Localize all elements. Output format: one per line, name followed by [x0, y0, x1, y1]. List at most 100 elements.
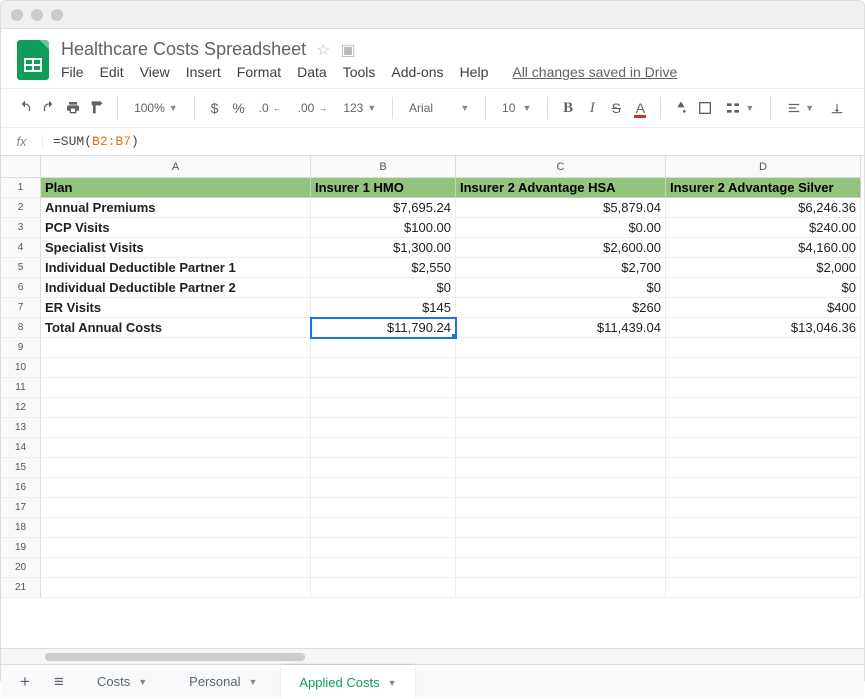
cell[interactable]	[311, 478, 456, 498]
cell[interactable]	[311, 458, 456, 478]
row-header[interactable]: 16	[1, 478, 41, 498]
row-header[interactable]: 11	[1, 378, 41, 398]
cell[interactable]	[666, 438, 861, 458]
menu-format[interactable]: Format	[237, 64, 281, 80]
cell[interactable]	[666, 398, 861, 418]
font-dropdown[interactable]: Arial▼	[403, 95, 475, 121]
cell[interactable]	[456, 458, 666, 478]
row-header[interactable]: 17	[1, 498, 41, 518]
tab-costs[interactable]: Costs▼	[79, 665, 165, 699]
fill-color-button[interactable]	[671, 95, 691, 121]
cell[interactable]	[456, 498, 666, 518]
cell[interactable]	[311, 438, 456, 458]
cell[interactable]: Specialist Visits	[41, 238, 311, 258]
row-header[interactable]: 3	[1, 218, 41, 238]
merge-cells-button[interactable]: ▼	[719, 95, 760, 121]
cell[interactable]	[41, 458, 311, 478]
cell[interactable]	[456, 478, 666, 498]
row-header[interactable]: 10	[1, 358, 41, 378]
cell[interactable]: ER Visits	[41, 298, 311, 318]
cell-grid[interactable]: PlanInsurer 1 HMOInsurer 2 Advantage HSA…	[41, 178, 864, 648]
cell[interactable]: Insurer 1 HMO	[311, 178, 456, 198]
cell[interactable]: $13,046.36	[666, 318, 861, 338]
cell[interactable]	[666, 538, 861, 558]
row-header[interactable]: 2	[1, 198, 41, 218]
row-header[interactable]: 18	[1, 518, 41, 538]
cell[interactable]	[456, 378, 666, 398]
cell[interactable]: $7,695.24	[311, 198, 456, 218]
cell[interactable]: Plan	[41, 178, 311, 198]
cell[interactable]: $260	[456, 298, 666, 318]
cell[interactable]	[311, 358, 456, 378]
redo-button[interactable]	[39, 95, 59, 121]
cell[interactable]: Annual Premiums	[41, 198, 311, 218]
row-header[interactable]: 19	[1, 538, 41, 558]
window-zoom-icon[interactable]	[51, 9, 63, 21]
cell[interactable]	[456, 398, 666, 418]
cell[interactable]	[666, 458, 861, 478]
cell[interactable]	[41, 578, 311, 598]
cell[interactable]	[666, 378, 861, 398]
cell[interactable]: $400	[666, 298, 861, 318]
cell[interactable]: $11,790.24	[311, 318, 456, 338]
cell[interactable]	[41, 398, 311, 418]
cell[interactable]	[41, 498, 311, 518]
row-header[interactable]: 14	[1, 438, 41, 458]
cell[interactable]: $0	[456, 278, 666, 298]
cell[interactable]: $4,160.00	[666, 238, 861, 258]
cell[interactable]	[456, 438, 666, 458]
cell[interactable]: PCP Visits	[41, 218, 311, 238]
cell[interactable]	[41, 518, 311, 538]
cell[interactable]	[311, 518, 456, 538]
row-header[interactable]: 12	[1, 398, 41, 418]
cell[interactable]	[666, 358, 861, 378]
select-all-corner[interactable]	[1, 156, 41, 178]
cell[interactable]	[456, 338, 666, 358]
cell[interactable]	[311, 498, 456, 518]
star-icon[interactable]: ☆	[316, 40, 330, 60]
horizontal-scrollbar[interactable]	[1, 648, 864, 664]
cell[interactable]	[311, 378, 456, 398]
cell[interactable]: $11,439.04	[456, 318, 666, 338]
font-size-dropdown[interactable]: 10▼	[496, 95, 537, 121]
document-title[interactable]: Healthcare Costs Spreadsheet	[61, 39, 306, 60]
cell[interactable]	[311, 418, 456, 438]
all-sheets-button[interactable]: ≡	[45, 668, 73, 696]
currency-button[interactable]: $	[204, 95, 224, 121]
cell[interactable]	[41, 438, 311, 458]
increase-decimal-button[interactable]: .00→	[292, 95, 334, 121]
cell[interactable]	[456, 518, 666, 538]
menu-tools[interactable]: Tools	[343, 64, 376, 80]
print-button[interactable]	[63, 95, 83, 121]
paint-format-button[interactable]	[87, 95, 107, 121]
cell[interactable]: Individual Deductible Partner 1	[41, 258, 311, 278]
cell[interactable]: $2,550	[311, 258, 456, 278]
strikethrough-button[interactable]: S	[606, 95, 626, 121]
text-color-button[interactable]: A	[630, 95, 650, 121]
cell[interactable]	[311, 338, 456, 358]
add-sheet-button[interactable]: +	[11, 668, 39, 696]
cell[interactable]: $6,246.36	[666, 198, 861, 218]
row-header[interactable]: 20	[1, 558, 41, 578]
cell[interactable]	[41, 358, 311, 378]
cell[interactable]	[41, 478, 311, 498]
column-header-d[interactable]: D	[666, 156, 861, 178]
cell[interactable]: $0	[311, 278, 456, 298]
cell[interactable]	[666, 478, 861, 498]
cell[interactable]: $5,879.04	[456, 198, 666, 218]
menu-file[interactable]: File	[61, 64, 84, 80]
cell[interactable]: $0.00	[456, 218, 666, 238]
cell[interactable]	[41, 538, 311, 558]
cell[interactable]	[456, 538, 666, 558]
row-header[interactable]: 9	[1, 338, 41, 358]
cell[interactable]	[666, 338, 861, 358]
menu-addons[interactable]: Add-ons	[391, 64, 443, 80]
row-header[interactable]: 7	[1, 298, 41, 318]
cell[interactable]	[666, 558, 861, 578]
cell[interactable]: $100.00	[311, 218, 456, 238]
percent-button[interactable]: %	[229, 95, 249, 121]
cell[interactable]: $240.00	[666, 218, 861, 238]
cell[interactable]: $2,000	[666, 258, 861, 278]
row-header[interactable]: 13	[1, 418, 41, 438]
menu-view[interactable]: View	[140, 64, 170, 80]
